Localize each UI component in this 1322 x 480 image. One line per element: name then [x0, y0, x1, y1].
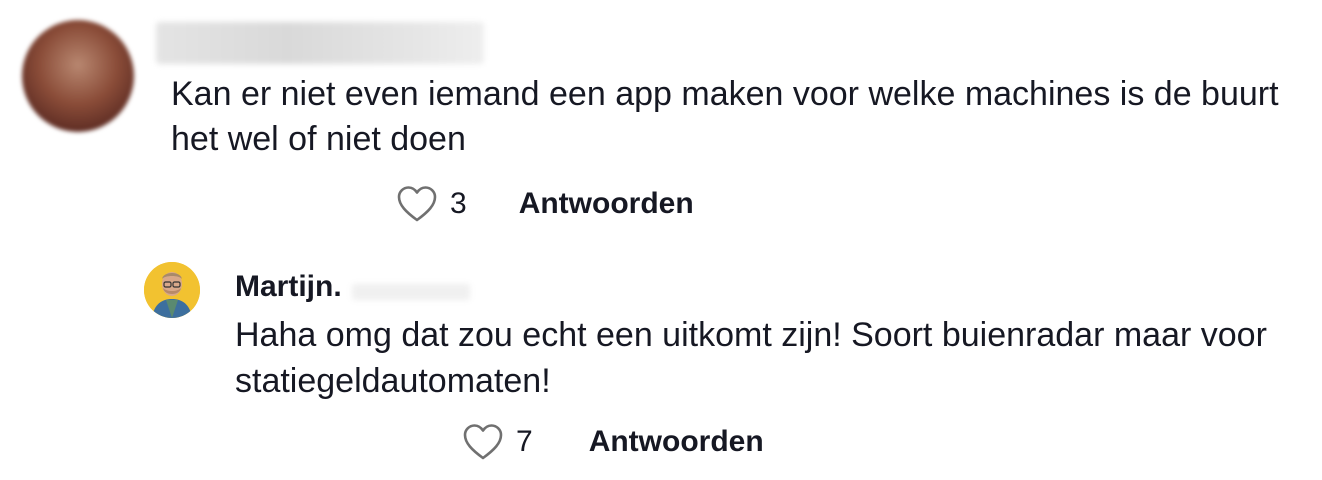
username[interactable]: Martijn.	[235, 270, 342, 304]
reply-text: Haha omg dat zou echt een uitkomt zijn! …	[235, 316, 1267, 400]
like-count: 7	[516, 425, 533, 458]
heart-outline-icon[interactable]	[462, 422, 504, 462]
reply-button[interactable]: Antwoorden	[589, 425, 764, 459]
comment-item: Kan er niet even iemand een app maken vo…	[0, 0, 1322, 240]
like-button[interactable]: 3	[396, 184, 467, 224]
heart-outline-icon[interactable]	[396, 184, 438, 224]
username-redacted	[352, 284, 470, 300]
avatar-portrait	[144, 262, 200, 318]
comment-text: Kan er niet even iemand een app maken vo…	[171, 75, 1279, 158]
avatar[interactable]	[22, 20, 134, 132]
reply-button[interactable]: Antwoorden	[519, 187, 694, 221]
comment-actions: 3 Antwoorden	[396, 184, 694, 224]
like-button[interactable]: 7	[462, 422, 533, 462]
reply-actions: 7 Antwoorden	[462, 422, 764, 462]
like-count: 3	[450, 187, 467, 220]
reply-item: Martijn. Haha omg dat zou echt een uitko…	[0, 240, 1322, 480]
avatar[interactable]	[144, 262, 200, 318]
username-redacted	[156, 22, 484, 64]
